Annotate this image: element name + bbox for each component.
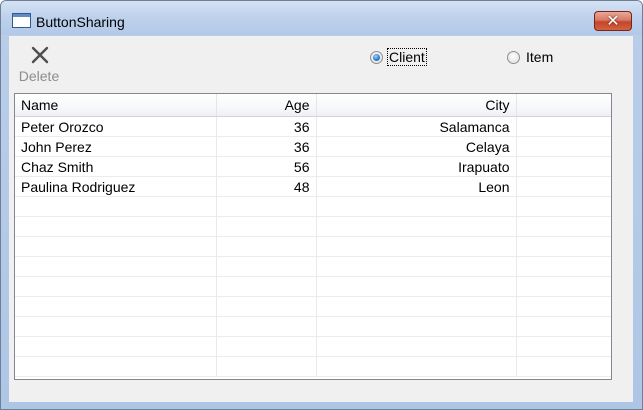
empty-row[interactable] xyxy=(15,196,611,217)
cell-age[interactable]: 36 xyxy=(216,136,317,157)
cell-age[interactable]: 48 xyxy=(216,176,317,197)
cell-city[interactable]: Celaya xyxy=(316,136,517,157)
table-row[interactable]: Peter Orozco 36 Salamanca xyxy=(15,116,611,137)
column-header-city[interactable]: City xyxy=(316,94,517,117)
empty-row[interactable] xyxy=(15,276,611,297)
app-window-icon xyxy=(12,13,31,28)
cell-empty[interactable] xyxy=(516,136,611,157)
item-radio-label[interactable]: Item xyxy=(525,49,554,65)
close-x-icon xyxy=(31,46,49,64)
cell-empty[interactable] xyxy=(516,116,611,137)
app-window: ButtonSharing ✕ Delete Client Item Name … xyxy=(0,0,643,410)
empty-row[interactable] xyxy=(15,296,611,317)
empty-row[interactable] xyxy=(15,236,611,257)
column-header-empty[interactable] xyxy=(516,94,611,117)
empty-row[interactable] xyxy=(15,356,611,377)
cell-city[interactable]: Salamanca xyxy=(316,116,517,137)
cell-name[interactable]: John Perez xyxy=(15,136,217,157)
title-bar[interactable]: ButtonSharing ✕ xyxy=(1,1,642,35)
cell-empty[interactable] xyxy=(516,156,611,177)
close-button[interactable]: ✕ xyxy=(594,11,632,31)
delete-button[interactable]: Delete xyxy=(13,42,65,84)
close-icon: ✕ xyxy=(606,11,620,30)
cell-name[interactable]: Paulina Rodriguez xyxy=(15,176,217,197)
empty-row[interactable] xyxy=(15,316,611,337)
table-row[interactable]: Chaz Smith 56 Irapuato xyxy=(15,156,611,177)
cell-age[interactable]: 36 xyxy=(216,116,317,137)
cell-empty[interactable] xyxy=(516,176,611,197)
cell-name[interactable]: Chaz Smith xyxy=(15,156,217,177)
table-row[interactable]: Paulina Rodriguez 48 Leon xyxy=(15,176,611,197)
cell-age[interactable]: 56 xyxy=(216,156,317,177)
client-radio-label[interactable]: Client xyxy=(387,48,427,66)
radio-checked-icon[interactable] xyxy=(370,51,383,64)
delete-label: Delete xyxy=(18,68,60,84)
data-grid[interactable]: Name Age City Peter Orozco 36 Salamanca xyxy=(14,93,612,380)
data-table: Name Age City Peter Orozco 36 Salamanca xyxy=(15,94,611,377)
radio-unchecked-icon[interactable] xyxy=(507,51,520,64)
client-area: Delete Client Item Name Age City Peter O… xyxy=(9,36,633,402)
cell-city[interactable]: Irapuato xyxy=(316,156,517,177)
column-header-age[interactable]: Age xyxy=(216,94,317,117)
header-row: Name Age City xyxy=(15,94,611,117)
window-title: ButtonSharing xyxy=(36,14,125,30)
empty-row[interactable] xyxy=(15,216,611,237)
column-header-name[interactable]: Name xyxy=(15,94,217,117)
empty-row[interactable] xyxy=(15,336,611,357)
cell-name[interactable]: Peter Orozco xyxy=(15,116,217,137)
empty-row[interactable] xyxy=(15,256,611,277)
table-row[interactable]: John Perez 36 Celaya xyxy=(15,136,611,157)
cell-city[interactable]: Leon xyxy=(316,176,517,197)
